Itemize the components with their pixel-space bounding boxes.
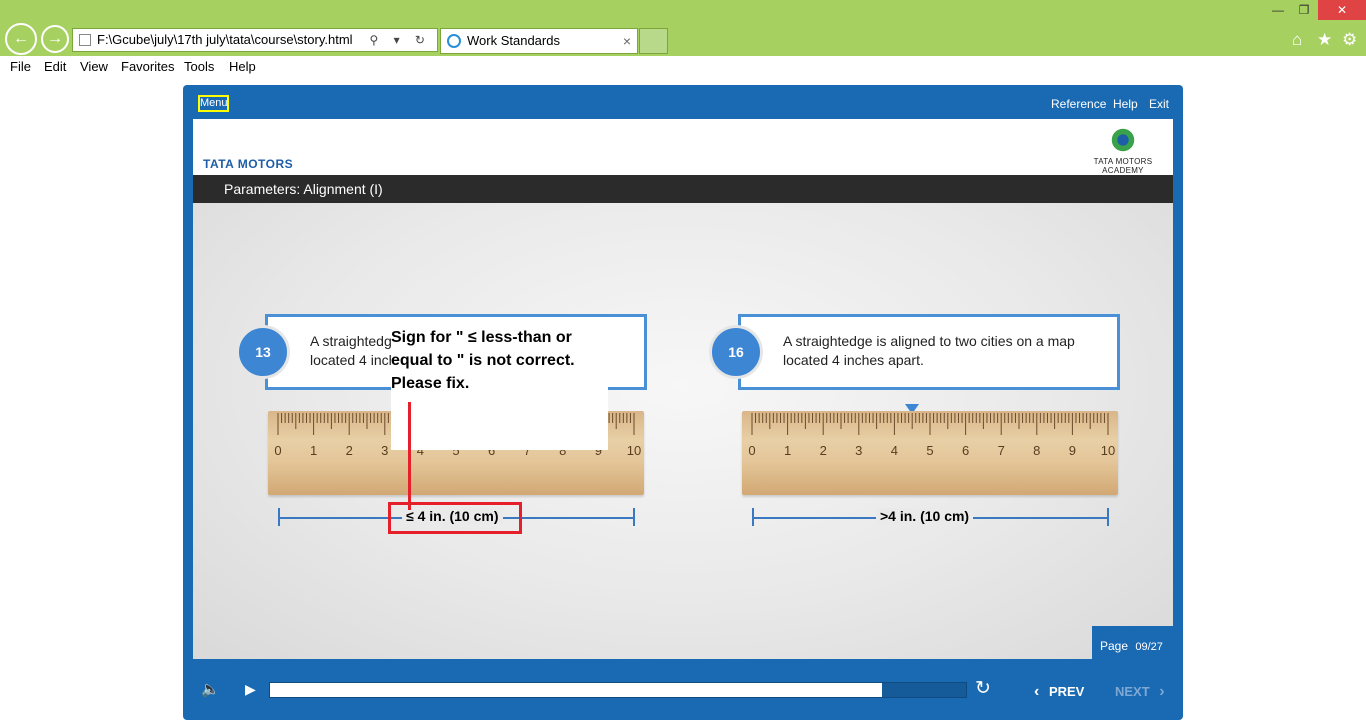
- menu-edit[interactable]: Edit: [44, 59, 66, 74]
- address-text: F:\Gcube\july\17th july\tata\course\stor…: [97, 32, 353, 47]
- tata-motors-logo: TATA MOTORS: [203, 157, 294, 171]
- replay-icon[interactable]: ↻: [975, 677, 991, 700]
- settings-gear-icon[interactable]: ⚙: [1342, 30, 1357, 50]
- annotation-highlight-box: [388, 502, 522, 534]
- card-number-badge: 13: [236, 325, 290, 379]
- academy-logo-text: TATA MOTORS ACADEMY: [1093, 157, 1153, 175]
- ruler-number: 0: [748, 443, 755, 458]
- ruler-number: 3: [855, 443, 862, 458]
- ruler-number: 6: [962, 443, 969, 458]
- forward-button[interactable]: →: [41, 25, 69, 53]
- menu-file[interactable]: File: [10, 59, 31, 74]
- next-label: NEXT: [1115, 684, 1150, 699]
- menu-view[interactable]: View: [80, 59, 108, 74]
- card-text: A straightedge is aligned to two cities …: [783, 333, 1075, 368]
- ruler-number: 2: [820, 443, 827, 458]
- ruler-number: 9: [1069, 443, 1076, 458]
- ruler-number: 3: [381, 443, 388, 458]
- minimize-button[interactable]: —: [1266, 0, 1290, 20]
- measurement-line: >4 in. (10 cm): [752, 508, 1109, 526]
- page-label: Page: [1100, 639, 1129, 653]
- ruler-number: 7: [998, 443, 1005, 458]
- ruler-number: 10: [627, 443, 641, 458]
- ruler-number: 8: [1033, 443, 1040, 458]
- favorites-star-icon[interactable]: ★: [1317, 30, 1332, 50]
- menu-tools[interactable]: Tools: [184, 59, 214, 74]
- measure-cap-right: [633, 508, 635, 526]
- address-bar[interactable]: F:\Gcube\july\17th july\tata\course\stor…: [72, 28, 438, 52]
- exit-link[interactable]: Exit: [1149, 97, 1169, 111]
- slide-title: Parameters: Alignment (I): [193, 175, 1173, 203]
- next-button[interactable]: NEXT ›: [1115, 683, 1165, 701]
- prev-label: PREV: [1048, 684, 1085, 699]
- ie-icon: [447, 34, 461, 48]
- annotation-arrow: [408, 402, 411, 510]
- tab-title: Work Standards: [467, 33, 560, 48]
- ruler-number: 4: [891, 443, 898, 458]
- tab-work-standards[interactable]: Work Standards ×: [440, 28, 638, 54]
- measure-cap-right: [1107, 508, 1109, 526]
- page-indicator: Page 09/27: [1092, 626, 1173, 659]
- question-card-16[interactable]: A straightedge is aligned to two cities …: [738, 314, 1120, 390]
- ruler-number: 0: [274, 443, 281, 458]
- volume-icon[interactable]: 🔈: [201, 680, 220, 698]
- review-annotation: Sign for " ≤ less-than or equal to " is …: [391, 324, 608, 450]
- annotation-text: Sign for " ≤ less-than or equal to " is …: [391, 329, 575, 392]
- slide-header: TATA MOTORS TATA MOTORS ACADEMY: [193, 119, 1173, 175]
- menu-favorites[interactable]: Favorites: [121, 59, 174, 74]
- seek-bar-fill: [270, 683, 883, 697]
- page-icon: [79, 34, 91, 46]
- close-window-button[interactable]: ✕: [1318, 0, 1366, 20]
- page-number: 09/27: [1135, 641, 1163, 653]
- next-chevron-icon: ›: [1159, 683, 1165, 700]
- home-icon[interactable]: ⌂: [1292, 30, 1302, 50]
- ruler-number: 10: [1101, 443, 1115, 458]
- ruler-image: 0 1 2 3 4 5 6 7 8 9 10: [742, 411, 1118, 495]
- prev-button[interactable]: ‹ PREV: [1034, 683, 1084, 701]
- back-button[interactable]: ←: [5, 23, 37, 55]
- menu-help[interactable]: Help: [229, 59, 256, 74]
- search-refresh-icons[interactable]: ⚲ ▾ ↻: [369, 29, 431, 51]
- play-icon[interactable]: ▶: [245, 681, 256, 698]
- card-number-badge: 16: [709, 325, 763, 379]
- tata-motors-academy-logo: TATA MOTORS ACADEMY: [1083, 127, 1163, 175]
- help-link[interactable]: Help: [1113, 97, 1138, 111]
- restore-button[interactable]: ❐: [1292, 0, 1316, 20]
- tab-close-icon[interactable]: ×: [623, 29, 631, 53]
- reference-link[interactable]: Reference: [1051, 97, 1106, 111]
- ruler-number: 2: [346, 443, 353, 458]
- ruler-number: 1: [310, 443, 317, 458]
- forward-arrow-icon: →: [47, 30, 63, 47]
- prev-chevron-icon: ‹: [1034, 683, 1040, 700]
- browser-menubar: File Edit View Favorites Tools Help: [0, 56, 1366, 76]
- new-tab-button[interactable]: [639, 28, 668, 54]
- ruler-number: 1: [784, 443, 791, 458]
- measurement-label: >4 in. (10 cm): [876, 508, 974, 524]
- player-menu-button[interactable]: Menu: [198, 95, 229, 112]
- seek-bar[interactable]: [269, 682, 967, 698]
- academy-emblem-icon: [1110, 127, 1136, 153]
- back-arrow-icon: ←: [13, 30, 29, 47]
- ruler-ticks: 0 1 2 3 4 5 6 7 8 9 10: [748, 413, 1115, 458]
- ruler-number: 5: [926, 443, 933, 458]
